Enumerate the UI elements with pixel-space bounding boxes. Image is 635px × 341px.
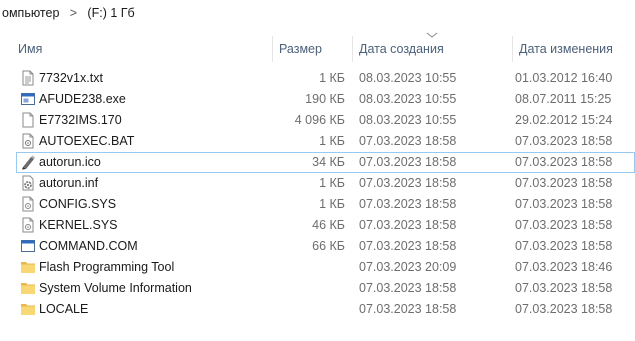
file-name: AUTOEXEC.BAT — [39, 134, 135, 148]
file-size: 190 КБ — [305, 92, 345, 106]
bat-file-icon — [20, 133, 36, 149]
breadcrumb-chevron-icon[interactable]: > — [61, 6, 85, 20]
file-modified-date: 07.03.2023 18:58 — [515, 155, 613, 169]
file-row[interactable]: E7732IMS.170 4 096 КБ 08.03.2023 10:55 29.0… — [16, 110, 635, 131]
file-created-date: 07.03.2023 18:58 — [359, 197, 457, 211]
file-name: COMMAND.COM — [39, 239, 138, 253]
sys-file-icon — [20, 196, 36, 212]
file-modified-date: 07.03.2023 18:58 — [515, 281, 613, 295]
column-header-modified[interactable]: Дата изменения — [519, 36, 635, 62]
file-row[interactable]: LOCALE 07.03.2023 18:58 07.03.2023 18:58 — [16, 299, 635, 320]
column-divider[interactable] — [272, 36, 273, 62]
file-modified-date: 07.03.2023 18:58 — [515, 176, 613, 190]
folder-icon — [20, 301, 36, 317]
file-row[interactable]: CONFIG.SYS 1 КБ 07.03.2023 18:58 07.03.2023… — [16, 194, 635, 215]
file-size — [256, 257, 345, 278]
column-header-size[interactable]: Размер — [279, 36, 349, 62]
file-size — [256, 299, 345, 320]
file-size: 1 КБ — [319, 71, 345, 85]
file-size: 1 КБ — [319, 176, 345, 190]
file-row[interactable]: AFUDE238.exe 190 КБ 08.03.2023 10:55 08.07.… — [16, 89, 635, 110]
file-row[interactable]: COMMAND.COM 66 КБ 07.03.2023 18:58 07.03.20… — [16, 236, 635, 257]
file-name: autorun.inf — [39, 176, 99, 190]
breadcrumb: омпьютер > (F:) 1 Гб — [0, 4, 137, 22]
file-created-date: 07.03.2023 18:58 — [359, 239, 457, 253]
file-row[interactable]: System Volume Information 07.03.2023 18:5… — [16, 278, 635, 299]
file-modified-date: 01.03.2012 16:40 — [515, 71, 613, 85]
file-modified-date: 07.03.2023 18:58 — [515, 134, 613, 148]
breadcrumb-item-computer[interactable]: омпьютер — [0, 6, 61, 20]
file-created-date: 07.03.2023 18:58 — [359, 134, 457, 148]
file-created-date: 07.03.2023 18:58 — [359, 155, 457, 169]
file-name: KERNEL.SYS — [39, 218, 118, 232]
text-file-icon — [20, 70, 36, 86]
column-header-row: Имя Размер Дата создания Дата изменения — [0, 36, 635, 62]
folder-icon — [20, 259, 36, 275]
file-size: 1 КБ — [319, 197, 345, 211]
file-size: 1 КБ — [319, 134, 345, 148]
file-created-date: 07.03.2023 18:58 — [359, 281, 457, 295]
file-modified-date: 07.03.2023 18:58 — [515, 197, 613, 211]
file-modified-date: 08.07.2011 15:25 — [515, 92, 612, 106]
file-name: E7732IMS.170 — [39, 113, 122, 127]
file-size — [256, 278, 345, 299]
file-modified-date: 07.03.2023 18:58 — [515, 239, 613, 253]
file-size: 46 КБ — [312, 218, 345, 232]
file-name: autorun.ico — [39, 155, 101, 169]
file-created-date: 08.03.2023 10:55 — [359, 92, 457, 106]
file-size: 66 КБ — [312, 239, 345, 253]
file-size: 4 096 КБ — [294, 113, 345, 127]
file-modified-date: 29.02.2012 15:24 — [515, 113, 613, 127]
file-created-date: 08.03.2023 10:55 — [359, 113, 457, 127]
sys-file-icon — [20, 217, 36, 233]
file-created-date: 08.03.2023 10:55 — [359, 71, 457, 85]
file-row[interactable]: Flash Programming Tool 07.03.2023 20:09 07… — [16, 257, 635, 278]
file-name: CONFIG.SYS — [39, 197, 117, 211]
file-modified-date: 07.03.2023 18:58 — [515, 302, 613, 316]
file-name: LOCALE — [39, 302, 89, 316]
file-created-date: 07.03.2023 18:58 — [359, 218, 457, 232]
com-file-icon — [20, 238, 36, 254]
file-modified-date: 07.03.2023 18:46 — [515, 260, 613, 274]
file-row[interactable]: KERNEL.SYS 46 КБ 07.03.2023 18:58 07.03.202… — [16, 215, 635, 236]
settings-file-icon — [20, 175, 36, 191]
file-name: AFUDE238.exe — [39, 92, 126, 106]
column-divider[interactable] — [512, 36, 513, 62]
file-row[interactable]: autorun.ico 34 КБ 07.03.2023 18:58 07.03.20… — [16, 152, 635, 173]
file-created-date: 07.03.2023 18:58 — [359, 302, 457, 316]
file-name: 7732v1x.txt — [39, 71, 103, 85]
column-header-created[interactable]: Дата создания — [359, 36, 509, 62]
ico-file-icon — [20, 154, 36, 170]
file-created-date: 07.03.2023 20:09 — [359, 260, 457, 274]
file-size: 34 КБ — [312, 155, 345, 169]
file-name: System Volume Information — [39, 281, 192, 295]
file-row[interactable]: autorun.inf 1 КБ 07.03.2023 18:58 07.03.202… — [16, 173, 635, 194]
breadcrumb-item-drive[interactable]: (F:) 1 Гб — [85, 6, 136, 20]
file-modified-date: 07.03.2023 18:58 — [515, 218, 613, 232]
file-row[interactable]: AUTOEXEC.BAT 1 КБ 07.03.2023 18:58 07.03.20… — [16, 131, 635, 152]
column-header-name[interactable]: Имя — [18, 36, 268, 62]
folder-icon — [20, 280, 36, 296]
exe-file-icon — [20, 91, 36, 107]
file-row[interactable]: 7732v1x.txt 1 КБ 08.03.2023 10:55 01.03.201… — [16, 68, 635, 89]
file-created-date: 07.03.2023 18:58 — [359, 176, 457, 190]
generic-file-icon — [20, 112, 36, 128]
file-list: 7732v1x.txt 1 КБ 08.03.2023 10:55 01.03.201… — [16, 68, 635, 320]
column-divider[interactable] — [352, 36, 353, 62]
file-name: Flash Programming Tool — [39, 260, 175, 274]
